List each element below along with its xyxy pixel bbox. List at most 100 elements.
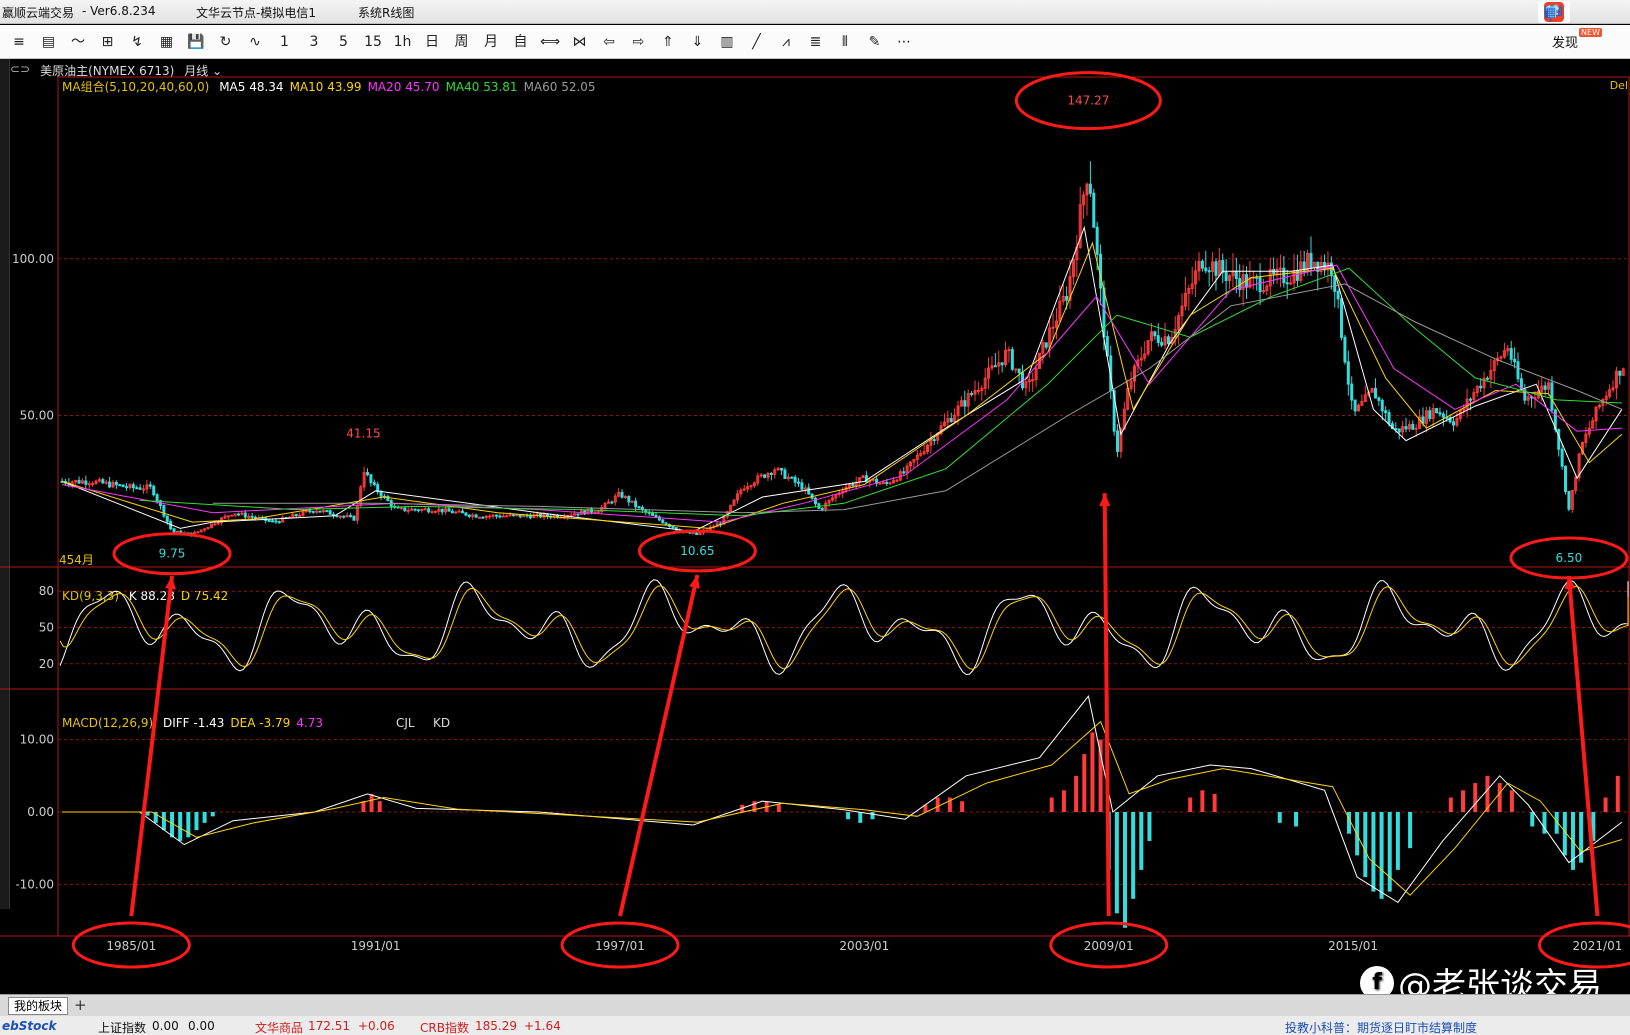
candle-body — [1435, 408, 1439, 414]
candle-body — [467, 514, 471, 517]
candle-body — [695, 532, 699, 536]
candle-body — [488, 515, 492, 518]
candle-body — [304, 510, 308, 513]
candle-body — [1153, 331, 1157, 337]
toolbar-button[interactable]: ⇑ — [657, 32, 679, 52]
toolbar-button[interactable]: ✎ — [864, 32, 886, 52]
candle-body — [1095, 226, 1099, 255]
candle-body — [888, 482, 892, 485]
toolbar-button[interactable]: ⊞ — [97, 32, 119, 52]
candle-body — [797, 481, 801, 484]
ma-line-ma40 — [139, 267, 1622, 517]
macd-tick-label: 10.00 — [20, 733, 54, 747]
macd-histogram-bar — [1090, 732, 1095, 812]
toolbar-button[interactable]: 周 — [451, 32, 473, 52]
toolbar-button[interactable]: ⇨ — [628, 32, 650, 52]
toolbar-button[interactable]: 3 — [303, 32, 325, 52]
candle-body — [196, 531, 200, 534]
candle-body — [885, 481, 889, 484]
candle-body — [1166, 336, 1170, 345]
add-tab-button[interactable]: + — [74, 996, 87, 1014]
system-chart-menu[interactable]: 系统R线图 — [358, 4, 414, 21]
toolbar-button[interactable]: ⟺ — [539, 32, 561, 52]
candle-body — [274, 520, 278, 523]
server-node[interactable]: 文华云节点-模拟电信1 — [196, 4, 316, 21]
toolbar-button[interactable]: ⫴ — [834, 32, 856, 52]
candle-body — [1564, 465, 1568, 492]
toolbar-button[interactable]: 自 — [510, 32, 532, 52]
toolbar-button[interactable]: ▤ — [38, 32, 60, 52]
x-tick-label: 1985/01 — [106, 939, 156, 953]
candle-body — [1343, 336, 1347, 363]
candle-body — [294, 513, 298, 517]
toolbar-button[interactable]: ⩘ — [775, 32, 797, 52]
ma-line-ma10 — [61, 241, 1623, 529]
toolbar-button[interactable]: 日 — [421, 32, 443, 52]
markup-arrow — [1102, 493, 1111, 917]
toolbar-button[interactable]: 月 — [480, 32, 502, 52]
toolbar-button[interactable]: ╱ — [746, 32, 768, 52]
candle-body — [1373, 388, 1377, 399]
toolbar-button[interactable]: ⋈ — [569, 32, 591, 52]
candle-body — [165, 515, 169, 522]
macd-histogram-bar — [776, 804, 781, 812]
toolbar-button[interactable]: 5 — [333, 32, 355, 52]
candle-body — [664, 522, 668, 525]
price-chart[interactable]: 100.00 50.00 80 50 20 10.00 0.00 -10.00 1985/01 1… — [0, 59, 1630, 994]
toolbar-button[interactable]: 💾 — [185, 32, 207, 52]
candle-body — [311, 510, 315, 513]
candle-body — [1092, 192, 1096, 228]
ime-toolbar[interactable]: S 中 °, ☺ 🎤 ⌨ 👕 ▦ — [1538, 1, 1570, 24]
candle-body — [423, 508, 427, 511]
app-version: - Ver6.8.234 — [82, 4, 156, 18]
candle-body — [1428, 410, 1432, 419]
ma-line-ma5 — [61, 225, 1623, 533]
candle-body — [430, 511, 434, 514]
education-tip[interactable]: 投教小科普：期货逐日盯市结算制度 — [1285, 1019, 1477, 1035]
toolbar-button[interactable]: 1h — [392, 32, 414, 52]
candle-body — [464, 512, 468, 516]
candle-body — [813, 497, 817, 505]
candle-body — [352, 515, 356, 521]
candle-body — [1014, 368, 1018, 371]
toolbar-button[interactable]: 〜 — [67, 32, 89, 52]
macd-histogram-bar — [1355, 812, 1360, 856]
toolbar-button[interactable]: ↻ — [215, 32, 237, 52]
toolbar-button[interactable]: ▦ — [156, 32, 178, 52]
macd-histogram-bar — [960, 801, 965, 812]
toolbar-button[interactable]: ≣ — [805, 32, 827, 52]
candle-body — [1282, 267, 1286, 284]
toolbar-button[interactable]: ≡ — [8, 32, 30, 52]
tab-my-sector[interactable]: 我的板块 — [8, 997, 69, 1015]
idx1-name[interactable]: 上证指数 — [98, 1019, 146, 1035]
candle-body — [162, 505, 166, 517]
macd-histogram-bar — [1497, 783, 1502, 812]
candle-body — [1353, 399, 1357, 412]
ime-menu-icon[interactable]: ▦ — [1544, 5, 1556, 20]
candle-body — [315, 510, 319, 513]
candle-body — [478, 516, 482, 519]
toolbar-button[interactable]: ∿ — [244, 32, 266, 52]
candle-body — [155, 494, 159, 502]
toolbar-button[interactable]: ⇓ — [687, 32, 709, 52]
markup-arrow-head — [1099, 493, 1111, 507]
toolbar-button[interactable]: 15 — [362, 32, 384, 52]
toolbar-button[interactable]: ↯ — [126, 32, 148, 52]
candle-body — [1452, 421, 1456, 426]
candle-body — [1438, 412, 1442, 415]
idx2-name[interactable]: 文华商品 — [255, 1019, 303, 1035]
candle-body — [1394, 428, 1398, 431]
candle-body — [108, 481, 112, 488]
toolbar-button[interactable]: 1 — [274, 32, 296, 52]
macd-histogram-bar — [1448, 797, 1453, 812]
candle-body — [505, 515, 509, 518]
toolbar-button[interactable]: ⇦ — [598, 32, 620, 52]
candle-body — [1618, 370, 1622, 376]
idx3-name[interactable]: CRB指数 — [420, 1019, 469, 1035]
candle-body — [895, 479, 899, 482]
toolbar-button[interactable]: ▥ — [716, 32, 738, 52]
candle-body — [481, 516, 485, 519]
toolbar-button[interactable]: ⋯ — [893, 32, 915, 52]
candle-body — [671, 525, 675, 529]
discover-button[interactable]: 发现 — [1552, 32, 1578, 51]
